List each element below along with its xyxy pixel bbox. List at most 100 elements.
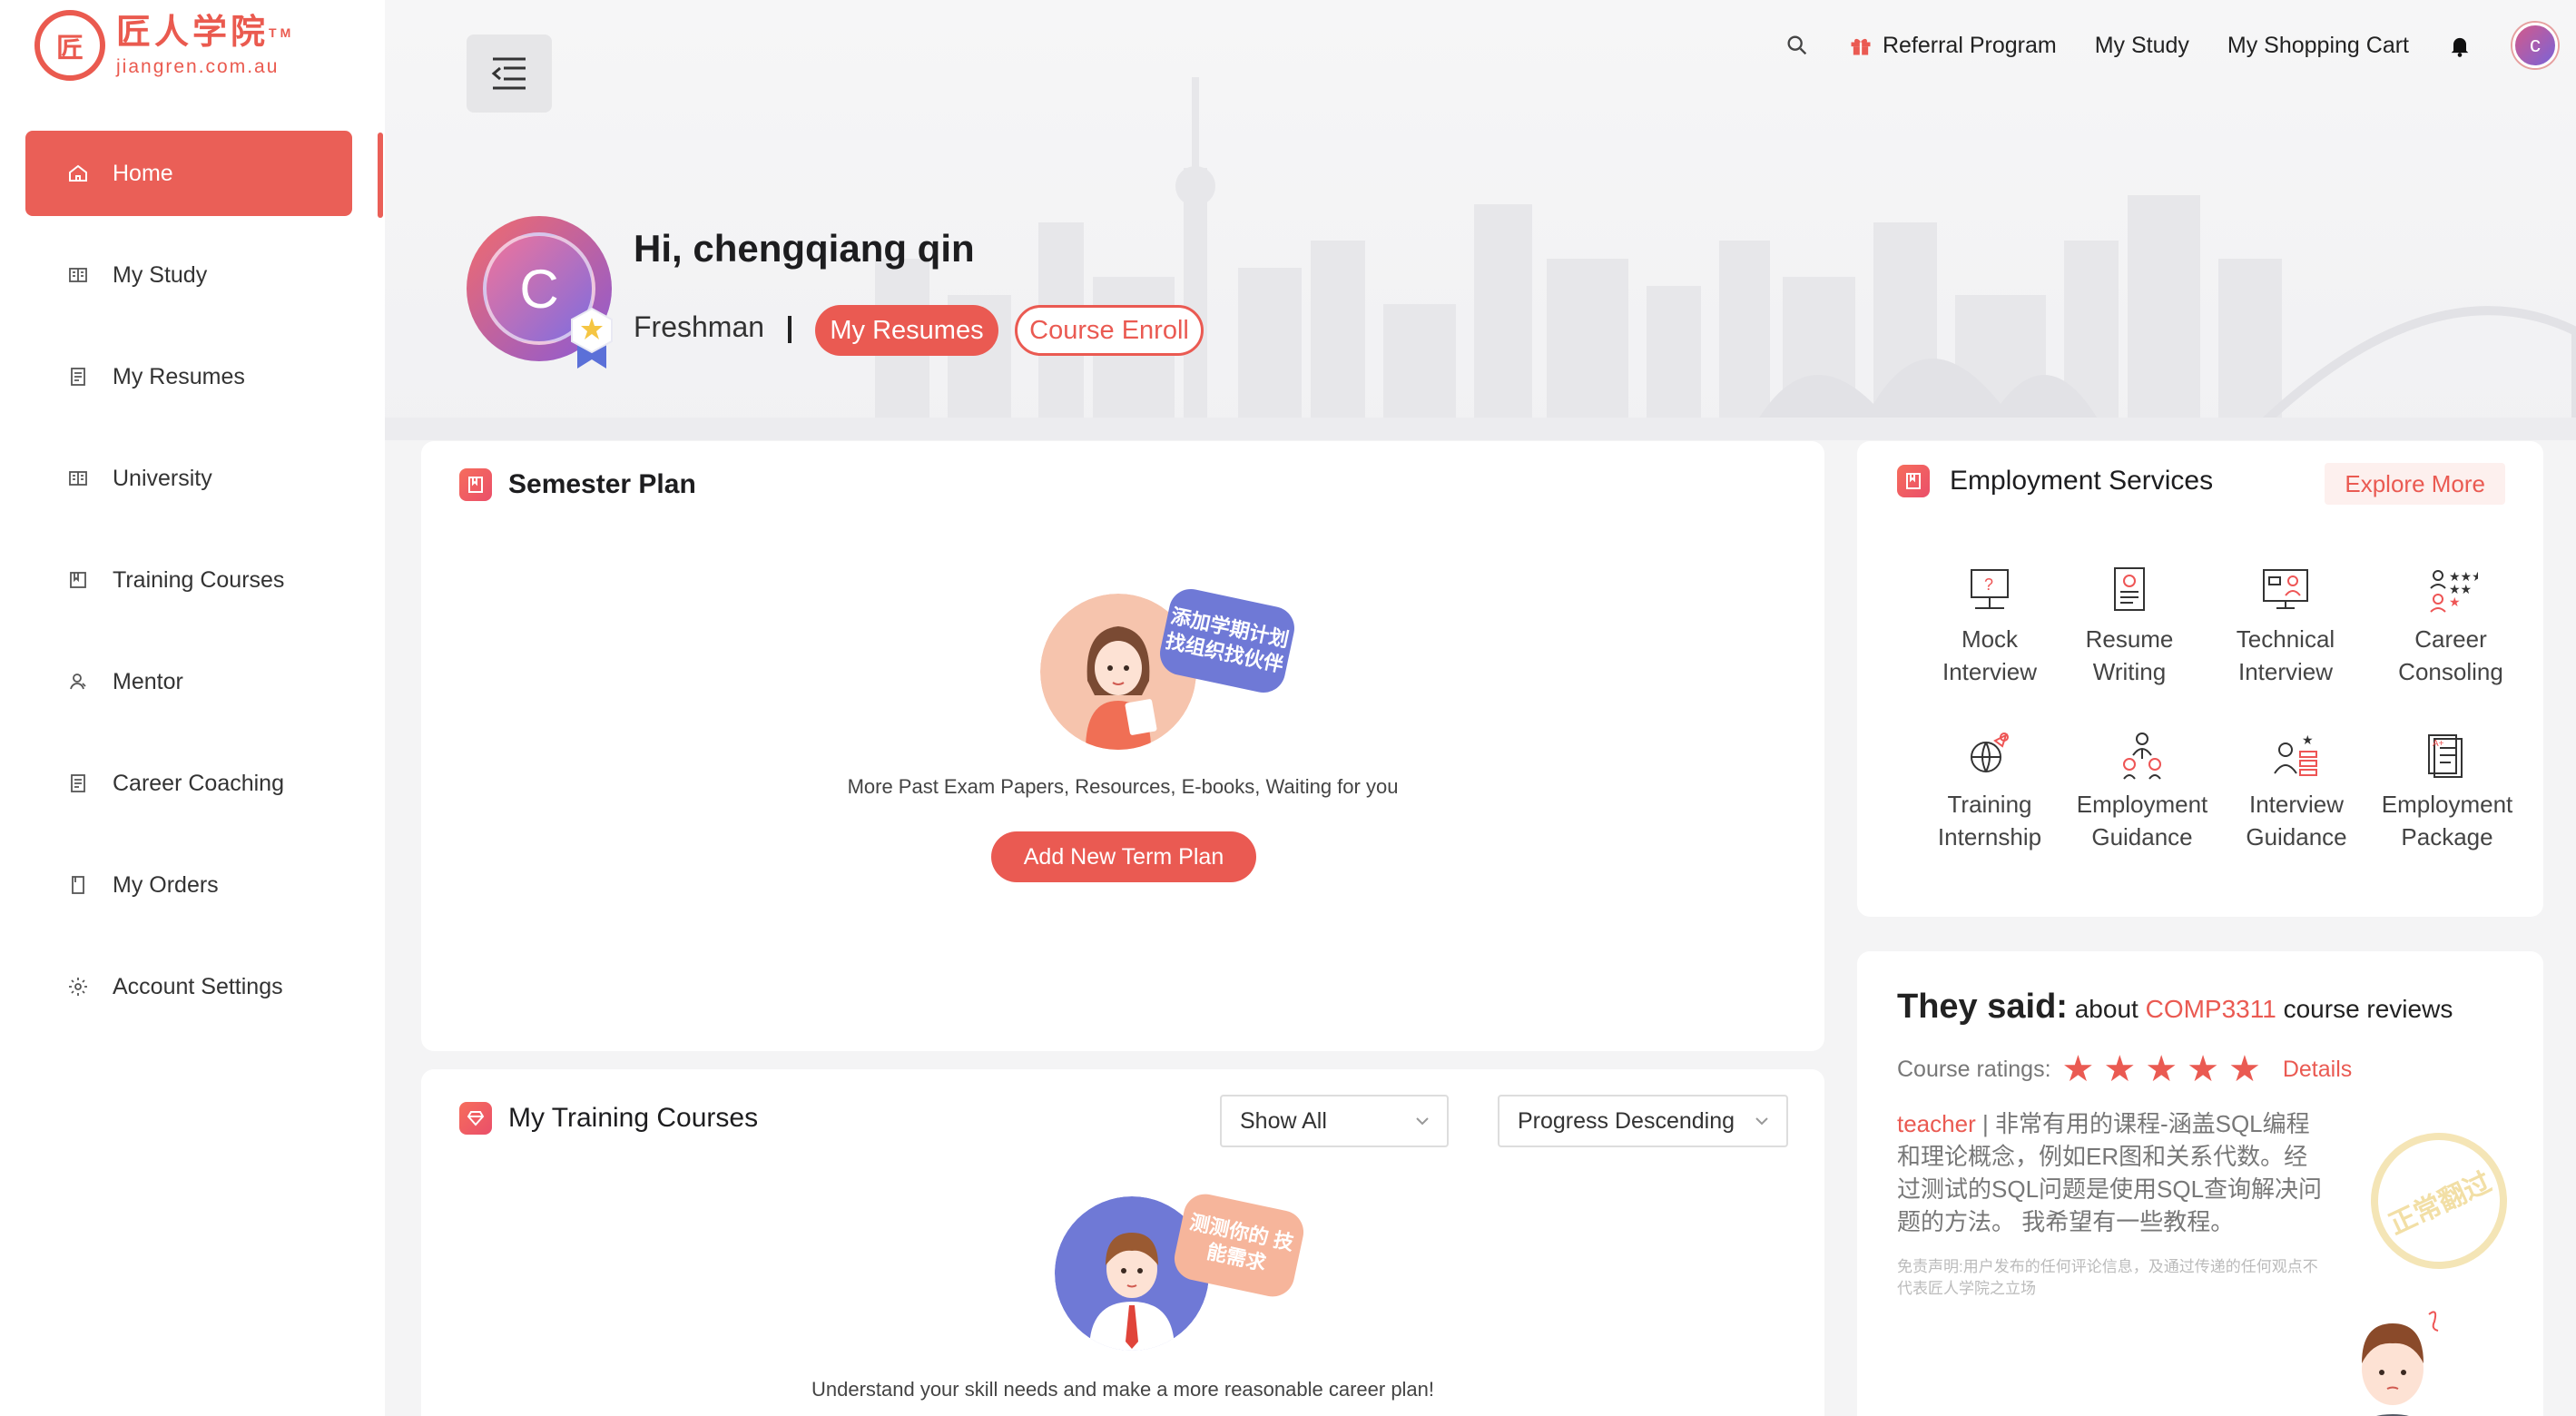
search-button[interactable] (1785, 33, 1810, 58)
greeting: Hi, chengqiang qin (634, 227, 975, 270)
show-filter-value: Show All (1240, 1107, 1327, 1134)
orders-icon (65, 872, 91, 898)
sidebar-item-my-study[interactable]: My Study (25, 232, 352, 318)
coaching-icon (65, 771, 91, 796)
chevron-down-icon (1416, 1117, 1429, 1126)
service-employment-package[interactable]: A+ Employment Package (2374, 728, 2520, 853)
svg-text:★: ★ (2302, 733, 2314, 747)
medal-badge-icon (571, 307, 613, 369)
sidebar: 匠 匠人学院TM jiangren.com.au Home My Study M… (0, 0, 385, 1416)
course-enroll-button[interactable]: Course Enroll (1015, 305, 1204, 356)
logo-title: 匠人学院 (116, 14, 270, 52)
notebook-icon (459, 468, 492, 501)
semester-plan-title: Semester Plan (508, 469, 696, 499)
sidebar-item-account-settings[interactable]: Account Settings (25, 944, 352, 1029)
sidebar-item-my-orders[interactable]: My Orders (25, 842, 352, 928)
review-text: teacher | 非常有用的课程-涵盖SQL编程和理论概念，例如ER图和关系代… (1897, 1110, 2323, 1235)
reviewer-name: teacher (1897, 1110, 1976, 1137)
show-filter-select[interactable]: Show All (1220, 1095, 1449, 1147)
service-interview-guidance[interactable]: ★ Interview Guidance (2224, 728, 2369, 853)
svg-text:★: ★ (2449, 595, 2461, 609)
logo-url: jiangren.com.au (116, 56, 280, 77)
reviews-title: They said: about COMP3311 course reviews (1897, 988, 2453, 1026)
my-resumes-button[interactable]: My Resumes (815, 305, 998, 356)
user-avatar[interactable]: c (2512, 23, 2558, 68)
training-icon (65, 567, 91, 593)
service-training-internship[interactable]: Training Internship (1917, 728, 2062, 853)
employment-package-icon: A+ (2420, 728, 2474, 782)
referral-label: Referral Program (1882, 32, 2057, 58)
user-level: Freshman (634, 310, 765, 343)
top-navigation: Referral Program My Study My Shopping Ca… (1746, 20, 2558, 71)
star-icon: ★ (2061, 1049, 2095, 1089)
sidebar-item-career-coaching[interactable]: Career Coaching (25, 741, 352, 826)
divider (788, 316, 791, 343)
star-icon: ★ (2103, 1049, 2137, 1089)
sidebar-item-label: Mentor (113, 668, 183, 694)
active-indicator (378, 133, 383, 218)
service-employment-guidance[interactable]: Employment Guidance (2070, 728, 2215, 853)
menu-toggle-button[interactable] (467, 34, 552, 113)
mentor-icon (65, 669, 91, 694)
university-icon (65, 466, 91, 491)
employment-services-card: Employment Services Explore More ? Mock … (1857, 441, 2543, 917)
sidebar-item-training-courses[interactable]: Training Courses (25, 537, 352, 623)
employment-services-title: Employment Services (1950, 466, 2214, 496)
sidebar-item-label: Account Settings (113, 973, 283, 999)
sidebar-item-my-resumes[interactable]: My Resumes (25, 334, 352, 419)
training-message: Understand your skill needs and make a m… (811, 1378, 1435, 1401)
service-resume-writing[interactable]: Resume Writing (2057, 563, 2202, 688)
heart-diamond-icon (459, 1102, 492, 1135)
semester-message: More Past Exam Papers, Resources, E-book… (847, 775, 1399, 798)
logo-tm: TM (269, 25, 295, 40)
svg-text:?: ? (1984, 575, 1993, 594)
resume-writing-icon (2102, 563, 2157, 617)
career-consoling-icon: ★★★ ★★ ★ (2424, 563, 2483, 617)
service-technical-interview[interactable]: Technical Interview (2213, 563, 2358, 688)
technical-interview-icon (2258, 563, 2313, 617)
service-career-consoling[interactable]: ★★★ ★★ ★ Career Consoling (2378, 563, 2523, 688)
sidebar-item-home[interactable]: Home (25, 131, 352, 216)
sidebar-item-label: Home (113, 160, 173, 186)
logo-mark: 匠 (34, 10, 105, 81)
logo[interactable]: 匠 匠人学院TM jiangren.com.au (34, 9, 294, 82)
sort-order-value: Progress Descending (1518, 1107, 1735, 1134)
notebook-icon (1897, 465, 1930, 497)
course-code-link[interactable]: COMP3311 (2146, 995, 2276, 1023)
review-disclaimer: 免责声明:用户发布的任何评论信息，及通过传递的任何观点不代表匠人学院之立场 (1897, 1258, 2318, 1297)
sidebar-item-label: My Orders (113, 871, 219, 898)
training-courses-title: My Training Courses (508, 1103, 759, 1133)
sidebar-item-label: My Study (113, 261, 208, 288)
explore-more-button[interactable]: Explore More (2325, 463, 2505, 505)
service-mock-interview[interactable]: ? Mock Interview (1917, 563, 2062, 688)
my-study-link[interactable]: My Study (2095, 33, 2189, 59)
sidebar-item-university[interactable]: University (25, 436, 352, 521)
star-icon: ★ (2145, 1049, 2178, 1089)
shopping-cart-link[interactable]: My Shopping Cart (2227, 33, 2409, 59)
svg-text:A+: A+ (2433, 739, 2444, 749)
details-link[interactable]: Details (2283, 1057, 2352, 1083)
approval-stamp: 正常翻过 (2348, 1110, 2530, 1292)
home-icon (65, 161, 91, 186)
menu-indent-icon (491, 57, 526, 90)
employment-guidance-icon (2115, 728, 2169, 782)
star-icon: ★ (2227, 1049, 2261, 1089)
semester-plan-card: Semester Plan 添加学期计划 找组织找伙伴 More Past Ex… (421, 441, 1824, 1051)
notification-button[interactable] (2447, 33, 2473, 58)
sidebar-nav: Home My Study My Resumes University Trai… (25, 131, 352, 1046)
reviewer-boy-illustration (2362, 1311, 2439, 1416)
training-courses-card: My Training Courses Show All Progress De… (421, 1069, 1824, 1416)
sort-order-select[interactable]: Progress Descending (1498, 1095, 1788, 1147)
course-ratings: Course ratings: ★ ★ ★ ★ ★ Details (1897, 1049, 2353, 1089)
add-term-plan-button[interactable]: Add New Term Plan (991, 831, 1256, 882)
book-icon (65, 262, 91, 288)
sidebar-item-label: Training Courses (113, 566, 285, 593)
sidebar-item-label: Career Coaching (113, 770, 284, 796)
bell-icon (2451, 37, 2469, 57)
referral-program-link[interactable]: Referral Program (1848, 33, 2057, 59)
gear-icon (65, 974, 91, 999)
star-rating: ★ ★ ★ ★ ★ (2062, 1051, 2270, 1087)
sidebar-item-label: University (113, 465, 212, 491)
star-icon: ★ (2187, 1049, 2219, 1089)
sidebar-item-mentor[interactable]: Mentor (25, 639, 352, 724)
